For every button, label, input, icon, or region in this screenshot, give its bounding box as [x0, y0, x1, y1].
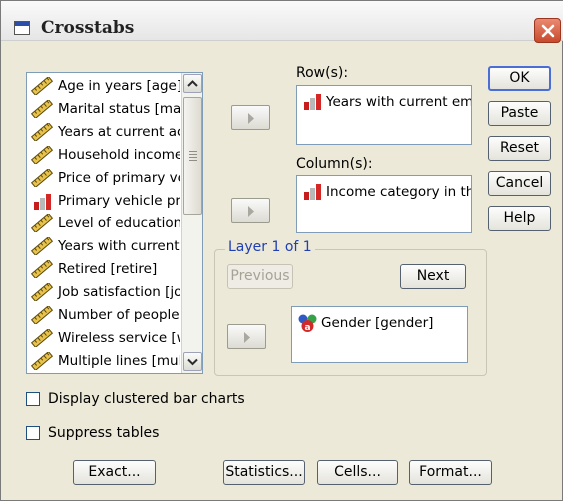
paste-button[interactable]: Paste	[488, 101, 551, 126]
variable-list-item[interactable]: Multiple lines [multl	[30, 350, 180, 372]
variable-list-item-label: Age in years [age]	[58, 78, 180, 94]
variable-list-item[interactable]: Number of people	[30, 304, 180, 326]
variable-list-item[interactable]: Primary vehicle pric	[30, 190, 180, 212]
variable-list-item-label: Household income	[58, 147, 180, 163]
variable-list-item[interactable]: Price of primary ve	[30, 167, 180, 189]
clustered-bar-checkbox[interactable]	[26, 392, 40, 406]
reset-button[interactable]: Reset	[488, 136, 551, 161]
move-to-columns-button[interactable]	[231, 198, 270, 223]
rows-item-label: Years with current emp	[326, 94, 472, 110]
scale-variable-icon	[30, 283, 54, 301]
scale-variable-icon	[30, 306, 54, 324]
scale-variable-icon	[30, 100, 54, 118]
arrow-right-icon	[248, 206, 254, 217]
columns-item-label: Income category in the	[326, 184, 472, 200]
statistics-button[interactable]: Statistics...	[223, 460, 305, 485]
variable-list-item[interactable]: Household income	[30, 144, 180, 166]
variable-list-item-label: Multiple lines [multl	[58, 353, 180, 369]
variable-list-scrollbar[interactable]	[181, 73, 202, 373]
variable-list-item[interactable]: Level of education	[30, 212, 180, 234]
arrow-right-icon	[248, 113, 254, 124]
exact-button[interactable]: Exact...	[73, 460, 156, 485]
scale-variable-icon	[30, 237, 54, 255]
svg-text:a: a	[304, 323, 310, 333]
ordinal-variable-icon	[304, 184, 321, 200]
variable-list-item[interactable]: Retired [retire]	[30, 258, 180, 280]
scale-variable-icon	[30, 214, 54, 232]
scale-variable-icon	[30, 77, 54, 95]
chevron-down-icon	[187, 358, 198, 366]
variable-list-item-label: Number of people	[58, 307, 180, 323]
layer-title: Layer 1 of 1	[225, 239, 315, 255]
scale-variable-icon	[30, 260, 54, 278]
ok-button[interactable]: OK	[488, 66, 551, 91]
variable-list-item-label: Wireless service [w	[58, 330, 180, 346]
rows-list[interactable]: Years with current emp	[296, 85, 472, 145]
close-icon	[541, 24, 555, 38]
next-layer-button[interactable]: Next	[400, 264, 466, 289]
layer-item-label: Gender [gender]	[321, 315, 434, 331]
columns-label: Column(s):	[296, 156, 373, 172]
ordinal-variable-icon	[34, 194, 51, 210]
window-icon	[14, 21, 30, 35]
help-button[interactable]: Help	[488, 206, 551, 231]
nominal-variable-icon: a	[298, 314, 317, 333]
variable-list[interactable]: Age in years [age] Marital status [mari Ye…	[26, 72, 203, 374]
clustered-bar-label: Display clustered bar charts	[48, 391, 245, 407]
variable-list-item-label: Marital status [mari	[58, 101, 180, 117]
format-button[interactable]: Format...	[409, 460, 492, 485]
variable-list-item[interactable]: Marital status [mari	[30, 98, 180, 120]
cancel-button[interactable]: Cancel	[488, 171, 551, 196]
title-bar: Crosstabs	[1, 1, 563, 43]
variable-list-item[interactable]: Years with current	[30, 235, 180, 257]
variable-list-item-label: Level of education	[58, 215, 180, 231]
columns-list[interactable]: Income category in the	[296, 175, 472, 233]
close-button[interactable]	[534, 18, 561, 43]
cells-button[interactable]: Cells...	[317, 460, 398, 485]
scale-variable-icon	[30, 146, 54, 164]
scale-variable-icon	[30, 169, 54, 187]
variable-list-item-label: Price of primary ve	[58, 170, 180, 186]
crosstabs-dialog: Crosstabs Age in years [age] Marital stat…	[0, 0, 563, 501]
variable-list-item-label: Retired [retire]	[58, 261, 158, 277]
scroll-thumb[interactable]	[183, 97, 202, 215]
suppress-tables-label: Suppress tables	[48, 425, 160, 441]
variable-list-item-label: Years with current	[58, 238, 180, 254]
layer-list[interactable]: a Gender [gender]	[291, 306, 468, 363]
scroll-up-button[interactable]	[183, 74, 202, 93]
variable-list-item-label: Job satisfaction [jo	[58, 284, 180, 300]
scale-variable-icon	[30, 329, 54, 347]
ordinal-variable-icon	[304, 94, 321, 110]
variable-list-item[interactable]: Wireless service [w	[30, 327, 180, 349]
scale-variable-icon	[30, 123, 54, 141]
scale-variable-icon	[30, 352, 54, 370]
move-to-rows-button[interactable]	[231, 105, 270, 130]
suppress-tables-checkbox[interactable]	[26, 426, 40, 440]
variable-list-item-label: Primary vehicle pric	[58, 193, 180, 209]
window-title: Crosstabs	[41, 18, 135, 38]
variable-list-item[interactable]: Age in years [age]	[30, 75, 180, 97]
variable-list-item[interactable]: Years at current ac	[30, 121, 180, 143]
rows-label: Row(s):	[296, 65, 349, 81]
scroll-down-button[interactable]	[183, 352, 202, 371]
variable-list-item-label: Years at current ac	[58, 124, 180, 140]
chevron-up-icon	[187, 80, 198, 87]
previous-layer-button[interactable]: Previous	[227, 264, 293, 289]
variable-list-item[interactable]: Job satisfaction [jo	[30, 281, 180, 303]
